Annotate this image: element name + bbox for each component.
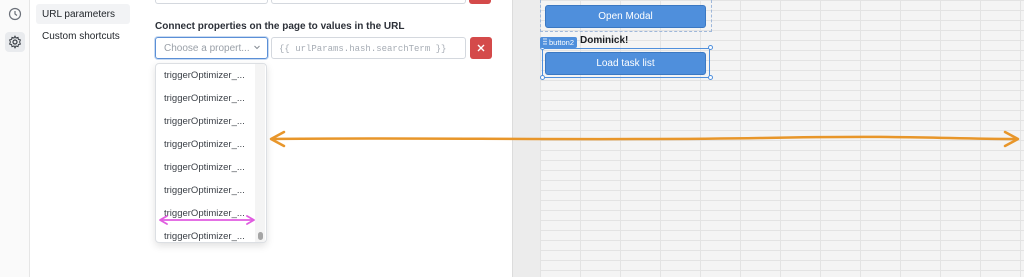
section-heading: Connect properties on the page to values… [155,21,405,32]
history-icon[interactable] [5,4,25,24]
dropdown-scrollbar[interactable] [255,64,265,242]
greeting-text: Dominick! [580,35,629,46]
close-icon [477,39,485,57]
component-name-label: button2 [549,38,575,47]
canvas-gutter [512,0,540,277]
previous-delete-button[interactable] [469,0,491,4]
chevron-down-icon [253,43,261,54]
property-dropdown-list[interactable]: triggerOptimizer_... triggerOptimizer_..… [155,63,267,243]
app-canvas: Open Modal button2 Dominick! Load task l… [540,0,1024,277]
resize-handle[interactable] [708,75,713,80]
nav-item-url-parameters[interactable]: URL parameters [36,4,130,24]
settings-nav: URL parameters Custom shortcuts [30,0,140,277]
dropdown-scroll-thumb[interactable] [258,232,263,240]
dropdown-option[interactable]: triggerOptimizer_... [164,208,245,219]
icon-rail [0,0,30,277]
resize-handle[interactable] [708,45,713,50]
dropdown-option[interactable]: triggerOptimizer_... [164,231,245,242]
previous-property-select[interactable] [155,0,268,4]
url-value-input[interactable]: {{ urlParams.hash.searchTerm }} [271,37,466,59]
dropdown-option[interactable]: triggerOptimizer_... [164,93,245,104]
delete-parameter-button[interactable] [470,37,492,59]
dropdown-option[interactable]: triggerOptimizer_... [164,185,245,196]
property-select-placeholder: Choose a propert... [164,43,250,54]
component-name-tag[interactable]: button2 [540,37,578,48]
nav-item-custom-shortcuts[interactable]: Custom shortcuts [36,26,130,46]
dropdown-option[interactable]: triggerOptimizer_... [164,162,245,173]
dropdown-option[interactable]: triggerOptimizer_... [164,139,245,150]
url-parameters-panel: Connect properties on the page to values… [140,0,512,277]
drag-handle-icon [543,38,547,47]
dropdown-option[interactable]: triggerOptimizer_... [164,70,245,81]
load-task-list-button[interactable]: Load task list [545,52,706,75]
open-modal-button[interactable]: Open Modal [545,5,706,28]
dropdown-option[interactable]: triggerOptimizer_... [164,116,245,127]
resize-handle[interactable] [540,75,545,80]
settings-icon[interactable] [5,32,25,52]
previous-url-input[interactable] [271,0,466,4]
property-select[interactable]: Choose a propert... [155,37,268,59]
